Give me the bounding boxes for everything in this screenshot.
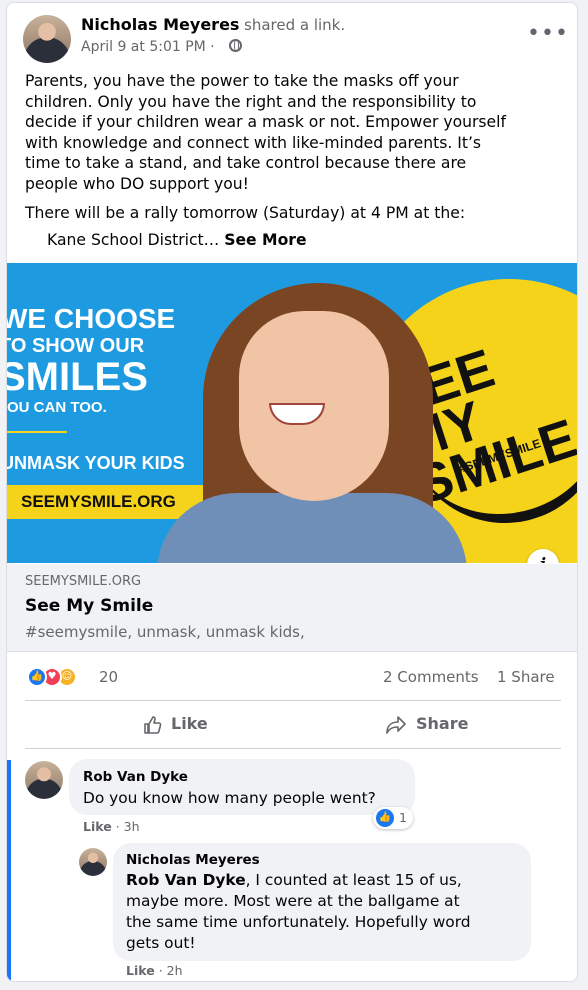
link-domain: SEEMYSMILE.ORG <box>25 574 142 589</box>
post-body-line: Parents, you have the power to take the … <box>25 72 459 90</box>
rally-line: There will be a rally tomorrow (Saturday… <box>25 204 466 222</box>
comments-count[interactable]: 2 Comments <box>383 668 479 686</box>
like-label: Like <box>171 714 208 733</box>
link-preview-meta[interactable]: SEEMYSMILE.ORG See My Smile #seemysmile,… <box>7 564 577 652</box>
image-text-line: UNMASK YOUR KIDS <box>7 453 185 473</box>
post-body-line: with knowledge and connect with like-min… <box>25 133 482 152</box>
image-url-text: SEEMYSMILE.ORG <box>21 492 176 511</box>
reply-line-text: , I counted at least 15 of us, <box>245 871 462 889</box>
reply-line: Rob Van Dyke, I counted at least 15 of u… <box>126 870 526 891</box>
link-description: #seemysmile, unmask, unmask kids, <box>25 623 305 641</box>
author-name[interactable]: Nicholas Meyeres <box>81 15 239 34</box>
reply-avatar[interactable] <box>79 848 107 876</box>
post-action-text: shared a link. <box>244 16 346 34</box>
shares-count[interactable]: 1 Share <box>497 668 555 686</box>
like-button[interactable]: Like <box>25 705 285 743</box>
post-timestamp[interactable]: April 9 at 5:01 PM · <box>81 39 215 55</box>
post-body: Parents, you have the power to take the … <box>25 71 565 195</box>
post-body-line: people who DO support you! <box>25 174 249 193</box>
post-body-line: decide if your children wear a mask or n… <box>25 113 506 132</box>
like-reaction-icon: 👍 <box>376 809 394 827</box>
image-text-line: YOU CAN TOO. <box>7 399 107 416</box>
reply-line: the same time unfortunately. Hopefully w… <box>126 913 471 931</box>
reply-time[interactable]: · 2h <box>159 963 183 978</box>
link-title: See My Smile <box>25 596 154 616</box>
image-text-line: SMILES <box>7 355 148 399</box>
post-card: Nicholas Meyeres shared a link. April 9 … <box>6 2 578 982</box>
comment-author[interactable]: Rob Van Dyke <box>83 769 188 785</box>
post-body-line: children. Only you have the right and th… <box>25 92 477 111</box>
location-text: Kane School District… <box>47 231 220 249</box>
comment-like-link[interactable]: Like <box>83 819 112 834</box>
comment-text: Do you know how many people went? <box>83 789 376 807</box>
reply-mention[interactable]: Rob Van Dyke <box>126 871 246 889</box>
comment-reaction-count: 1 <box>399 810 407 825</box>
comment-thread-highlight <box>7 760 11 981</box>
post-body-line: time to take a stand, and take control b… <box>25 154 467 173</box>
commenter-avatar[interactable] <box>25 761 63 799</box>
share-label: Share <box>416 714 469 733</box>
divider <box>25 700 561 701</box>
divider <box>25 748 561 749</box>
image-divider <box>7 431 67 433</box>
reply-line: gets out! <box>126 934 196 952</box>
more-options-icon[interactable]: ••• <box>527 21 569 46</box>
link-preview-image[interactable]: WE CHOOSE TO SHOW OUR SMILES YOU CAN TOO… <box>7 263 577 563</box>
reply-author[interactable]: Nicholas Meyeres <box>126 852 260 868</box>
photo-subject-jacket <box>157 493 467 563</box>
share-button[interactable]: Share <box>301 705 561 743</box>
location-line: Kane School District… See More <box>47 230 307 250</box>
image-text-line: WE CHOOSE <box>7 303 176 334</box>
reply-like-link[interactable]: Like <box>126 963 155 978</box>
reply-line: maybe more. Most were at the ballgame at <box>126 892 460 910</box>
image-url-badge: SEEMYSMILE.ORG <box>7 485 207 519</box>
like-reaction-icon[interactable]: 👍 <box>27 667 47 687</box>
like-icon <box>144 716 162 734</box>
comment-reaction[interactable]: 👍 1 <box>373 807 413 829</box>
reply-text: Rob Van Dyke, I counted at least 15 of u… <box>126 870 526 954</box>
see-more-link[interactable]: See More <box>224 231 306 249</box>
reaction-count[interactable]: 20 <box>99 668 118 686</box>
reply-meta: Like · 2h <box>126 963 183 978</box>
comment-time[interactable]: · 3h <box>116 819 140 834</box>
comment-meta: Like · 3h <box>83 819 140 834</box>
share-icon <box>386 716 406 734</box>
globe-icon <box>229 39 242 52</box>
author-avatar[interactable] <box>23 15 71 63</box>
